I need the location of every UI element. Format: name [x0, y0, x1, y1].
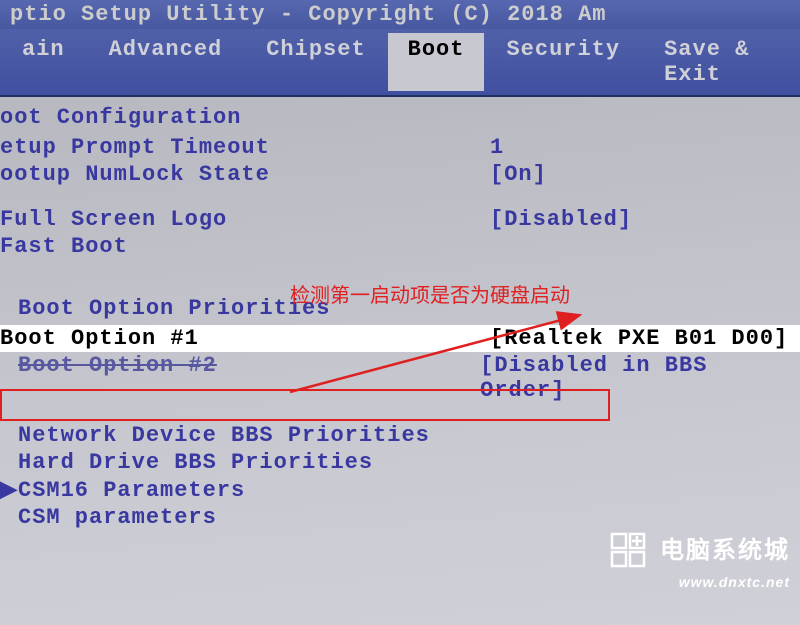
annotation-text: 检测第一启动项是否为硬盘启动 — [290, 279, 570, 308]
boot-option-1-row[interactable]: Boot Option #1 [Realtek PXE B01 D00] — [0, 325, 800, 352]
numlock-label: ootup NumLock State — [0, 162, 490, 187]
csm16-row[interactable]: ▶CSM16 Parameters — [0, 476, 800, 504]
boot-option-2-label: Boot Option #2 — [0, 353, 480, 403]
triangle-icon: ▶ — [0, 477, 18, 503]
fullscreen-logo-label: Full Screen Logo — [0, 207, 490, 232]
tab-save-exit[interactable]: Save & Exit — [642, 33, 800, 91]
numlock-row[interactable]: ootup NumLock State [On] — [0, 161, 800, 188]
bios-title-bar: ptio Setup Utility - Copyright (C) 2018 … — [0, 0, 800, 29]
network-bbs-row[interactable]: Network Device BBS Priorities — [0, 422, 800, 449]
boot-option-2-row[interactable]: Boot Option #2 [Disabled in BBS Order] — [0, 352, 800, 404]
fast-boot-row[interactable]: Fast Boot — [0, 233, 800, 260]
fullscreen-logo-value: [Disabled] — [490, 207, 632, 232]
setup-prompt-row[interactable]: etup Prompt Timeout 1 — [0, 134, 800, 161]
watermark-logo-icon — [610, 532, 646, 574]
csm-label: CSM parameters — [0, 505, 490, 530]
menu-bar: ain Advanced Chipset Boot Security Save … — [0, 29, 800, 97]
tab-advanced[interactable]: Advanced — [87, 33, 245, 91]
watermark: 电脑系统城 www.dnxtc.net — [610, 530, 790, 590]
watermark-url: www.dnxtc.net — [610, 574, 790, 590]
hard-drive-bbs-row[interactable]: Hard Drive BBS Priorities — [0, 449, 800, 476]
boot-config-title: oot Configuration — [0, 105, 800, 130]
boot-option-2-value: [Disabled in BBS Order] — [480, 353, 800, 403]
tab-chipset[interactable]: Chipset — [244, 33, 387, 91]
hard-drive-bbs-label: Hard Drive BBS Priorities — [0, 450, 490, 475]
boot-option-1-label: Boot Option #1 — [0, 326, 490, 351]
bios-screen: ptio Setup Utility - Copyright (C) 2018 … — [0, 0, 800, 598]
fullscreen-logo-row[interactable]: Full Screen Logo [Disabled] — [0, 206, 800, 233]
csm16-label: ▶CSM16 Parameters — [0, 477, 490, 503]
network-bbs-label: Network Device BBS Priorities — [0, 423, 490, 448]
tab-security[interactable]: Security — [484, 33, 642, 91]
numlock-value: [On] — [490, 162, 547, 187]
watermark-title: 电脑系统城 — [660, 537, 790, 564]
fast-boot-label: Fast Boot — [0, 234, 490, 259]
csm-row[interactable]: CSM parameters — [0, 504, 800, 531]
tab-main[interactable]: ain — [0, 33, 87, 91]
setup-prompt-value: 1 — [490, 135, 504, 160]
boot-option-1-value: [Realtek PXE B01 D00] — [490, 326, 788, 351]
bios-title: ptio Setup Utility - Copyright (C) 2018 … — [10, 2, 607, 27]
setup-prompt-label: etup Prompt Timeout — [0, 135, 490, 160]
tab-boot[interactable]: Boot — [388, 33, 485, 91]
